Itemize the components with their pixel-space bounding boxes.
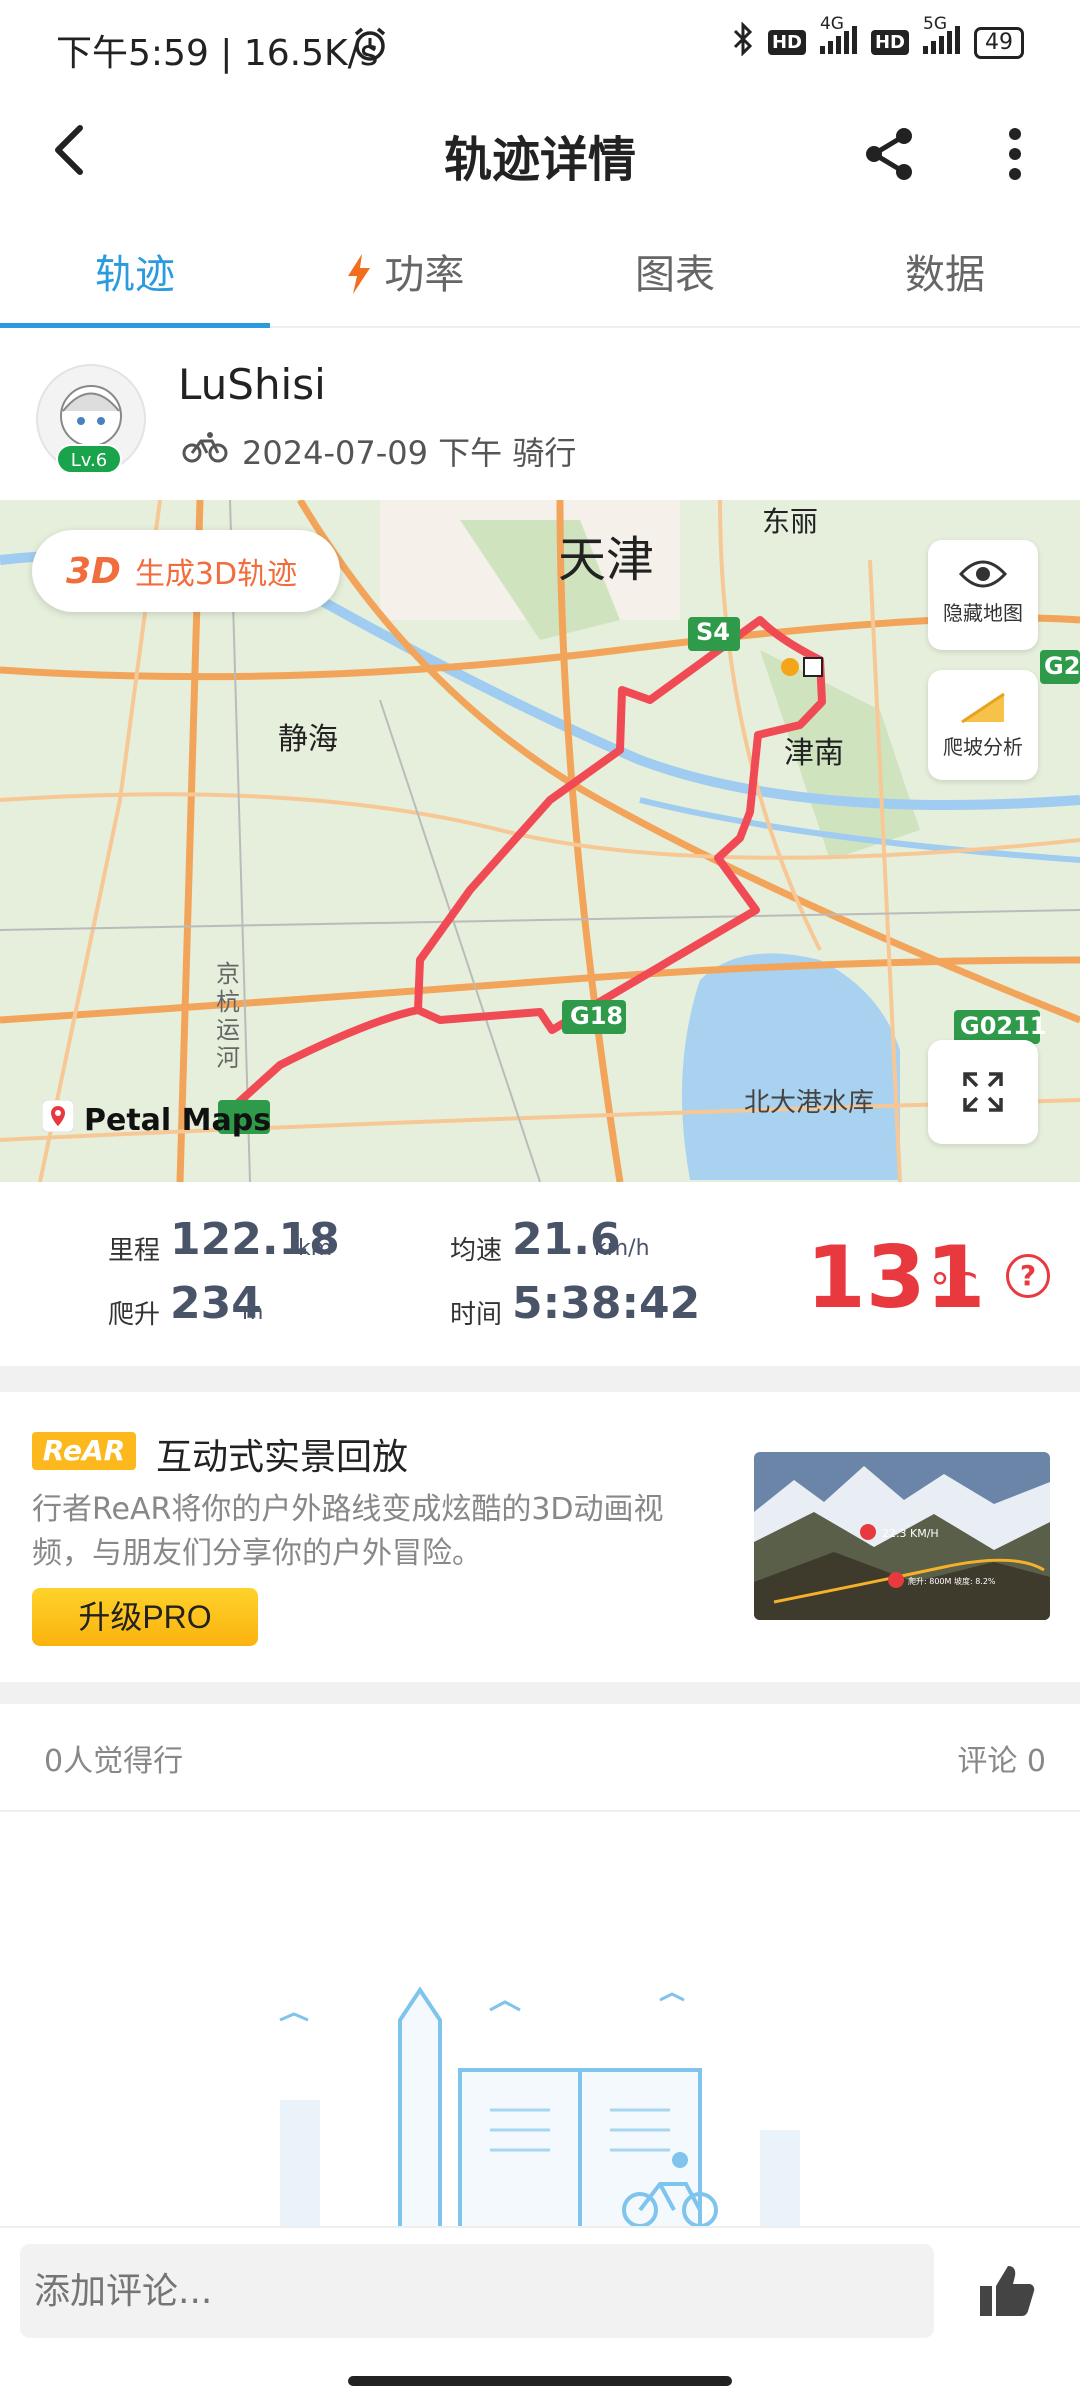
hide-map-label: 隐藏地图 — [943, 601, 1023, 625]
comment-input[interactable] — [20, 2244, 934, 2338]
upgrade-pro-button[interactable]: 升级PRO — [32, 1588, 258, 1646]
rear-promo[interactable]: ReAR 互动式实景回放 行者ReAR将你的户外路线变成炫酷的3D动画视频，与朋… — [0, 1392, 1080, 1682]
tab-chart[interactable]: 图表 — [540, 222, 810, 326]
page-title: 轨迹详情 — [443, 132, 636, 188]
expand-icon — [961, 1072, 1005, 1119]
comments-count[interactable]: 评论 0 — [957, 1736, 1046, 1780]
status-icons: HD 4G HD 5G 49 — [732, 14, 1024, 63]
petal-maps-label: Petal Maps — [84, 1102, 272, 1138]
rear-title: 互动式实景回放 — [156, 1437, 409, 1478]
map-label-beidagang: 北大港水库 — [744, 1088, 875, 1118]
mountain-thumbnail-icon: 22.3 KM/H 爬升: 800M 坡度: 8.2% — [754, 1452, 1050, 1620]
ride-meta-text: 2024-07-09 下午 骑行 — [242, 434, 577, 472]
section-divider — [0, 1366, 1080, 1392]
ride-stats: 里程 122.18 km 爬升 234 m 均速 21.6 km/h 时间 5:… — [0, 1182, 1080, 1366]
user-name[interactable]: LuShisi — [178, 360, 326, 409]
map-label-jinghai: 静海 — [278, 722, 338, 757]
petal-maps-logo-icon — [41, 1099, 75, 1140]
slope-icon — [958, 692, 1008, 731]
rear-logo: ReAR — [32, 1432, 136, 1470]
map-label-tianjin: 天津 — [558, 532, 655, 588]
rear-preview-image[interactable]: 22.3 KM/H 爬升: 800M 坡度: 8.2% — [754, 1452, 1050, 1620]
petal-maps-attribution: Petal Maps — [41, 1099, 272, 1140]
bluetooth-icon — [732, 21, 754, 63]
map-label-jinnan: 津南 — [784, 736, 844, 771]
signal-5g-icon: 5G — [923, 14, 960, 61]
level-badge: Lv.6 — [56, 444, 122, 474]
route-map[interactable]: 天津 东丽 静海 津南 北大港水库 京杭运河 S4 G18 G0211 G2 3… — [0, 500, 1080, 1182]
ride-meta: 2024-07-09 下午 骑行 — [182, 428, 576, 474]
hd-badge: HD — [767, 30, 806, 55]
map-label-canal: 京杭运河 — [216, 960, 240, 1072]
temperature-unit: °C — [930, 1266, 978, 1312]
climb-analysis-button[interactable]: 爬坡分析 — [928, 670, 1038, 780]
share-button[interactable] — [862, 126, 918, 186]
signal-4g-icon: 4G — [819, 14, 857, 61]
3d-icon: 3D — [66, 550, 121, 592]
climb-analysis-label: 爬坡分析 — [943, 735, 1023, 759]
bicycle-icon — [182, 429, 228, 473]
svg-text:爬升: 800M 坡度: 8.2%: 爬升: 800M 坡度: 8.2% — [908, 1576, 996, 1586]
generate-3d-track-button[interactable]: 3D 生成3D轨迹 — [32, 530, 340, 612]
road-label-g18: G18 — [570, 1002, 624, 1030]
lightning-icon — [346, 252, 372, 298]
hide-map-button[interactable]: 隐藏地图 — [928, 540, 1038, 650]
empty-comments-illustration — [260, 1960, 860, 2230]
help-icon[interactable]: ? — [1006, 1254, 1050, 1298]
map-label-dongli: 东丽 — [762, 505, 819, 538]
time-value: 5:38:42 — [512, 1278, 701, 1329]
avg-speed-label: 均速 — [450, 1236, 503, 1266]
tab-track[interactable]: 轨迹 — [0, 222, 270, 328]
road-label-g0211: G0211 — [960, 1012, 1047, 1040]
generate-3d-label: 生成3D轨迹 — [134, 557, 298, 592]
climb-label: 爬升 — [108, 1300, 161, 1330]
svg-text:22.3 KM/H: 22.3 KM/H — [882, 1527, 939, 1540]
social-row: 0人觉得行 评论 0 — [0, 1704, 1080, 1812]
distance-unit: km — [298, 1236, 333, 1261]
fullscreen-button[interactable] — [928, 1040, 1038, 1144]
likes-count[interactable]: 0人觉得行 — [44, 1736, 183, 1780]
distance-label: 里程 — [108, 1236, 161, 1266]
battery-indicator: 49 — [974, 26, 1024, 59]
hd-badge-2: HD — [870, 30, 909, 55]
alarm-icon — [350, 24, 390, 68]
tab-power[interactable]: 功率 — [270, 222, 540, 326]
section-divider-2 — [0, 1682, 1080, 1704]
avg-speed-unit: km/h — [594, 1236, 650, 1261]
time-label: 时间 — [450, 1300, 503, 1330]
rear-description: 行者ReAR将你的户外路线变成炫酷的3D动画视频，与朋友们分享你的户外冒险。 — [32, 1492, 664, 1571]
home-indicator[interactable] — [348, 2376, 732, 2386]
road-label-s4: S4 — [696, 618, 730, 646]
tab-bar: 轨迹 功率 图表 数据 — [0, 222, 1080, 328]
user-info: Lv.6 LuShisi 2024-07-09 下午 骑行 — [0, 340, 1080, 500]
eye-icon — [958, 560, 1008, 597]
road-label-g2: G2 — [1044, 652, 1080, 680]
climb-unit: m — [242, 1300, 264, 1325]
thumbs-up-icon[interactable] — [974, 2258, 1038, 2326]
more-menu-button[interactable] — [1000, 124, 1030, 188]
status-time-speed: 下午5:59 | 16.5K/s — [56, 33, 379, 74]
comment-bar — [0, 2226, 1080, 2400]
tab-data[interactable]: 数据 — [810, 222, 1080, 326]
app-header: 轨迹详情 — [0, 96, 1080, 206]
status-bar: 下午5:59 | 16.5K/s HD 4G HD 5G 49 — [0, 0, 1080, 96]
